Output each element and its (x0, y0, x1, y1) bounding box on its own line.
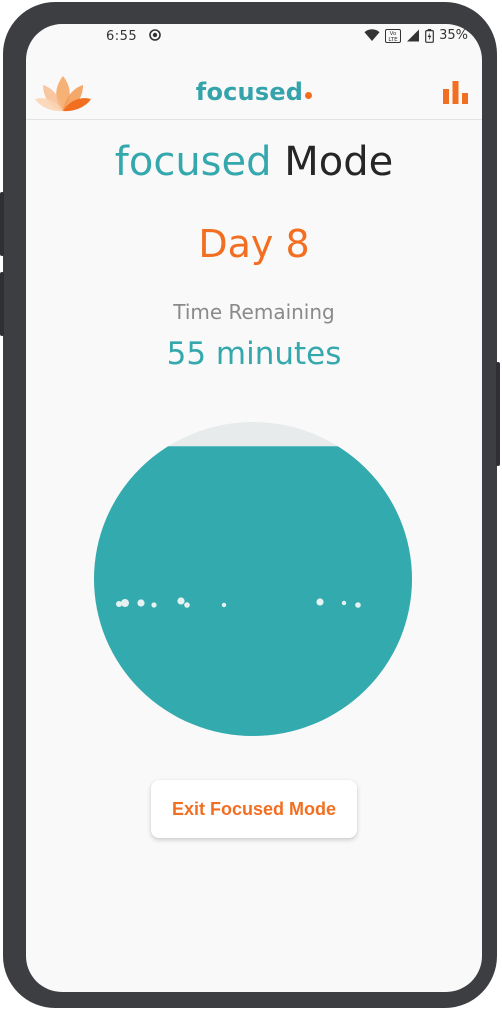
battery-icon (425, 28, 434, 43)
brand-dot (305, 92, 313, 99)
phone-side-button-left-bottom (0, 272, 4, 336)
svg-text:LTE: LTE (389, 37, 399, 43)
phone-screen: 6:55 Vo LTE 35% focused focused Mode Day… (26, 24, 482, 992)
exit-focused-mode-button[interactable]: Exit Focused Mode (151, 780, 357, 838)
cell-signal-icon (407, 29, 420, 42)
volte-icon: Vo LTE (385, 28, 402, 43)
phone-frame: 6:55 Vo LTE 35% focused focused Mode Day… (0, 2, 500, 1008)
app-header: focused (26, 64, 482, 120)
phone-side-button-right (496, 362, 500, 466)
progress-water-fill (94, 446, 412, 736)
sync-status-icon (149, 29, 161, 41)
page-title: focused Mode (26, 139, 482, 185)
progress-circle (94, 422, 412, 736)
battery-percent: 35% (439, 28, 468, 43)
title-focused-word: focused (114, 139, 272, 185)
brand-logo: focused (26, 78, 482, 106)
wifi-icon (364, 29, 380, 41)
time-remaining-label: Time Remaining (173, 300, 335, 324)
bar-chart-icon[interactable] (442, 80, 470, 106)
phone-side-button-left-top (0, 192, 4, 256)
day-counter: Day 8 (198, 222, 310, 266)
status-bar: 6:55 Vo LTE 35% (26, 24, 482, 50)
brand-text: focused (195, 78, 304, 106)
status-time: 6:55 (106, 29, 138, 44)
title-mode-word: Mode (284, 139, 394, 185)
time-remaining-value: 55 minutes (166, 336, 342, 372)
status-right-group: Vo LTE 35% (364, 28, 468, 43)
